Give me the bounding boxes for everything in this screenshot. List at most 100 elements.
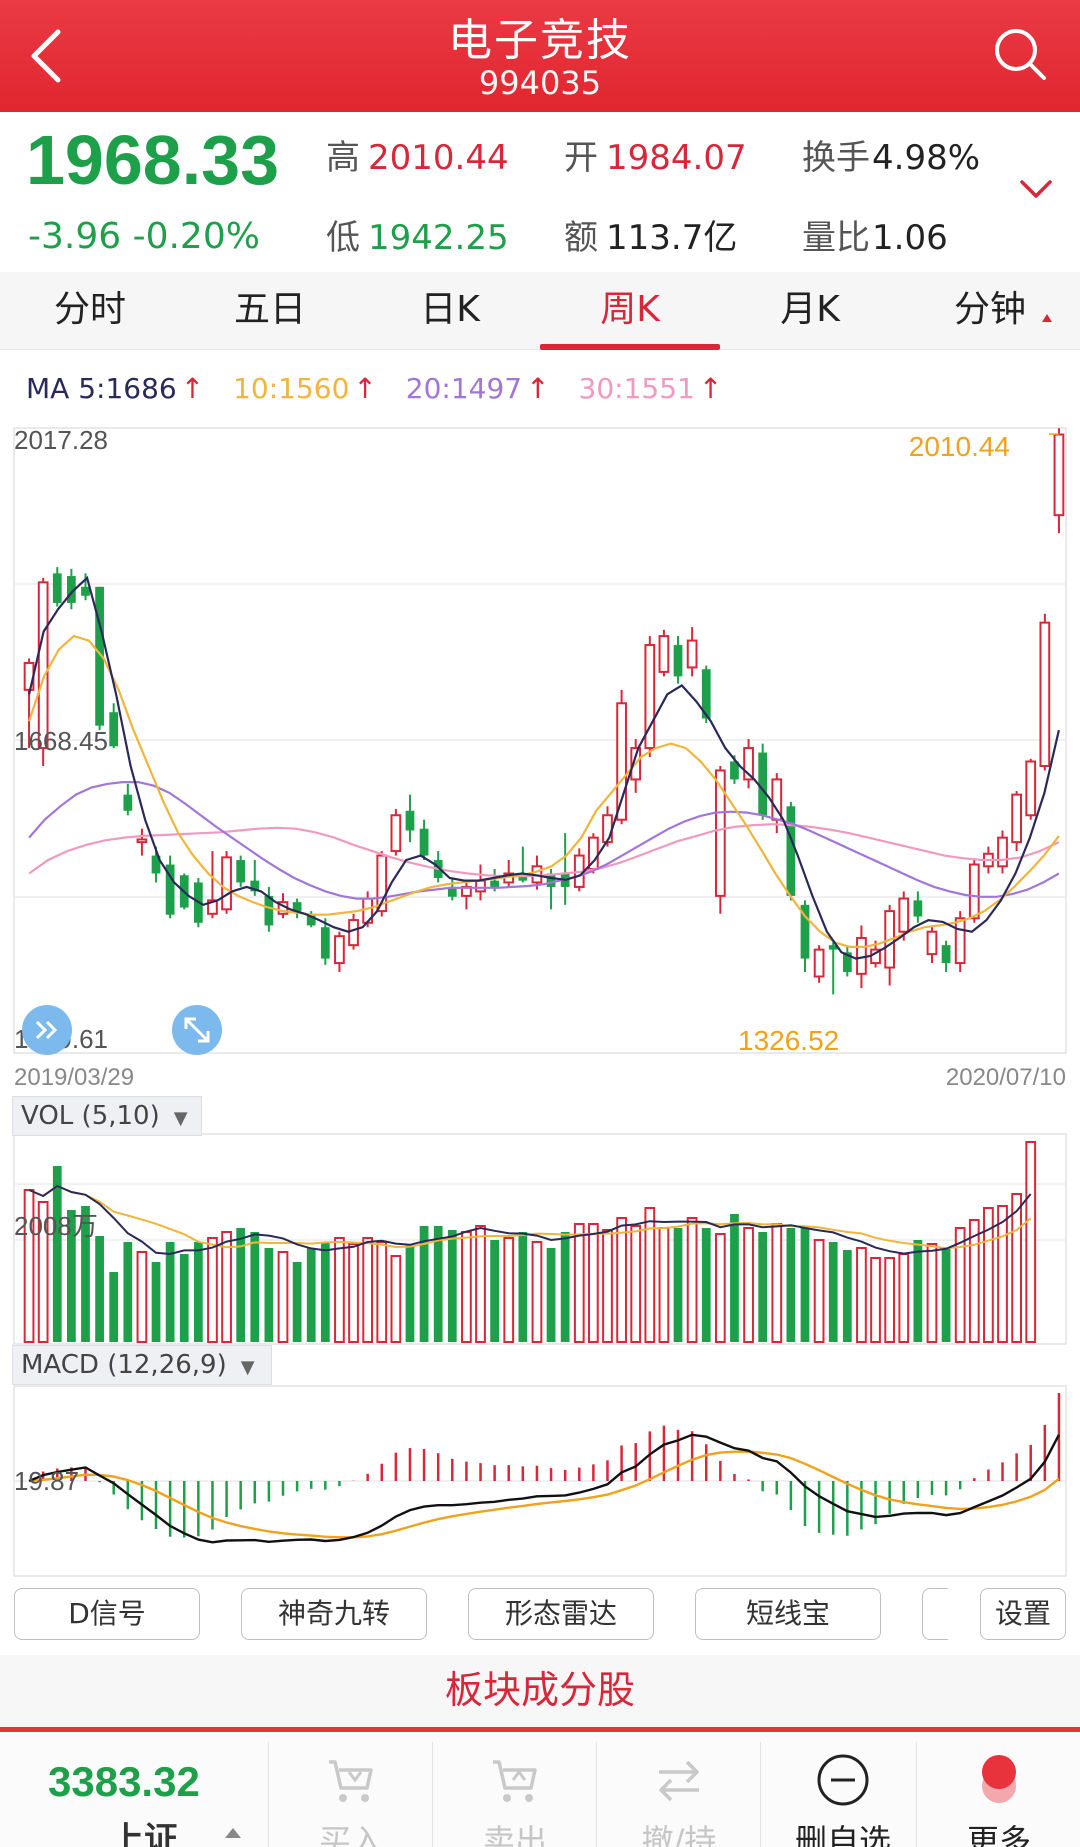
sell-button[interactable]: 卖出: [434, 1732, 596, 1847]
swap-icon: [659, 1760, 699, 1802]
divider: [916, 1742, 917, 1847]
volume-bar-up: [686, 1217, 698, 1343]
candle-up: [898, 897, 910, 933]
candle-up: [813, 948, 825, 978]
volume-bar-up: [475, 1225, 486, 1343]
tab-five-day[interactable]: 五日: [180, 272, 360, 350]
volume-bar-up: [334, 1237, 345, 1343]
candle-up: [1039, 621, 1051, 767]
volume-indicator-select[interactable]: VOL (5,10) ▼: [12, 1096, 202, 1136]
scroll-left-icon[interactable]: [22, 1005, 72, 1055]
candle-down: [405, 810, 415, 831]
volume-bar-up: [1025, 1141, 1037, 1343]
index-ticker[interactable]: 3383.32 上证: [0, 1732, 268, 1847]
ma20-legend: 20:1497 ↑: [405, 372, 550, 405]
divider: [596, 1742, 597, 1847]
volume-bar-down: [433, 1226, 443, 1342]
tab-monthly-k[interactable]: 月K: [720, 272, 900, 350]
volume-bar-up: [602, 1229, 613, 1343]
volume-bar-up: [376, 1241, 388, 1343]
tab-minute[interactable]: 分钟: [900, 272, 1080, 350]
volume-bar-up: [771, 1223, 783, 1343]
candle-down: [109, 712, 119, 747]
high-value: 2010.44: [368, 138, 509, 178]
cancel-hold-button[interactable]: 撤/持: [598, 1732, 760, 1847]
volume-bar-down: [165, 1242, 175, 1342]
stock-code: 994035: [478, 64, 602, 102]
candle-up: [686, 639, 698, 669]
amount-label: 额: [564, 218, 598, 258]
volume-bar-down: [179, 1254, 189, 1342]
date-start: 2019/03/29: [14, 1064, 134, 1091]
candle-down: [123, 794, 133, 811]
remove-watchlist-label: 删自选: [794, 1822, 891, 1847]
volume-bar-down: [52, 1166, 62, 1342]
remove-watchlist-button[interactable]: 删自选: [762, 1732, 924, 1847]
candle-down: [81, 586, 90, 596]
volume-indicator-label: VOL (5,10): [21, 1101, 160, 1131]
index-value: 3383.32: [48, 1758, 200, 1805]
fullscreen-icon[interactable]: [172, 1005, 222, 1055]
more-icon: [982, 1755, 1016, 1803]
settings-button[interactable]: 设置: [980, 1588, 1066, 1640]
volume-bar-down: [786, 1228, 796, 1342]
tab-weekly-k[interactable]: 周K: [540, 272, 720, 350]
candle-up: [475, 879, 486, 893]
volume-ratio-label: 量比: [802, 218, 870, 258]
open-label: 开: [564, 138, 598, 178]
candle-up: [348, 919, 359, 947]
volume-bar-up: [348, 1243, 359, 1343]
turnover-value: 4.98%: [872, 138, 981, 178]
search-icon[interactable]: [990, 24, 1050, 84]
active-tab-indicator: [540, 344, 720, 350]
partial-tool-button[interactable]: [922, 1588, 948, 1640]
candle-up: [602, 814, 613, 844]
candle-up: [968, 863, 980, 920]
volume-bar-up: [503, 1237, 515, 1343]
price-axis-top: 2017.28: [14, 425, 108, 455]
low-cell: 低 1942.25: [326, 210, 509, 259]
min-price-label: 1326.52: [738, 1025, 839, 1056]
turnover-cell: 换手4.98%: [802, 130, 980, 179]
volume-bar-down: [913, 1240, 923, 1342]
price-change: -3.96 -0.20%: [28, 216, 260, 257]
ma30-legend: 30:1551 ↑: [578, 372, 723, 405]
volume-bar-up: [884, 1257, 896, 1343]
candle-up: [1025, 760, 1037, 817]
short-line-button[interactable]: 短线宝: [695, 1588, 881, 1640]
candle-up: [390, 814, 402, 853]
volume-bar-down: [95, 1236, 104, 1342]
magic-nine-button[interactable]: 神奇九转: [241, 1588, 427, 1640]
macd-axis-label: 19.87: [14, 1466, 79, 1496]
volume-ma10-line: [28, 1184, 1032, 1250]
buy-label: 买入: [318, 1822, 383, 1847]
volume-bar-up: [714, 1233, 726, 1343]
pattern-radar-button[interactable]: 形态雷达: [468, 1588, 654, 1640]
candle-down: [941, 945, 951, 964]
more-button[interactable]: 更多: [918, 1732, 1080, 1847]
volume-bar-down: [405, 1244, 415, 1342]
candle-up: [997, 836, 1008, 868]
volume-bar-down: [828, 1242, 838, 1342]
tab-intraday[interactable]: 分时: [0, 272, 180, 350]
kline-chart[interactable]: 2017.28 1668.45 1319.61 2010.44 1326.52 …: [0, 420, 1080, 1580]
macd-indicator-select[interactable]: MACD (12,26,9) ▼: [12, 1345, 272, 1385]
d-signal-button[interactable]: D信号: [14, 1588, 200, 1640]
macd-bars: [41, 1393, 1061, 1538]
chevron-down-icon[interactable]: [1018, 178, 1054, 202]
volume-bar-up: [813, 1239, 825, 1343]
buy-icon: [329, 1760, 373, 1802]
period-tabs: 分时 五日 日K 周K 月K 分钟: [0, 272, 1080, 350]
buy-button[interactable]: 买入: [270, 1732, 432, 1847]
volume-bar-up: [390, 1255, 402, 1343]
volume-bar-down: [842, 1250, 852, 1342]
tab-daily-k[interactable]: 日K: [360, 272, 540, 350]
minute-dropdown-icon: [1042, 314, 1052, 322]
ma5-legend: MA 5:1686 ↑: [26, 372, 205, 405]
candle-down: [786, 806, 796, 896]
more-label: 更多: [966, 1822, 1031, 1847]
sell-icon: [493, 1760, 537, 1802]
sector-constituents-tab[interactable]: 板块成分股: [0, 1655, 1080, 1727]
open-value: 1984.07: [606, 138, 747, 178]
candle-down: [673, 645, 683, 677]
